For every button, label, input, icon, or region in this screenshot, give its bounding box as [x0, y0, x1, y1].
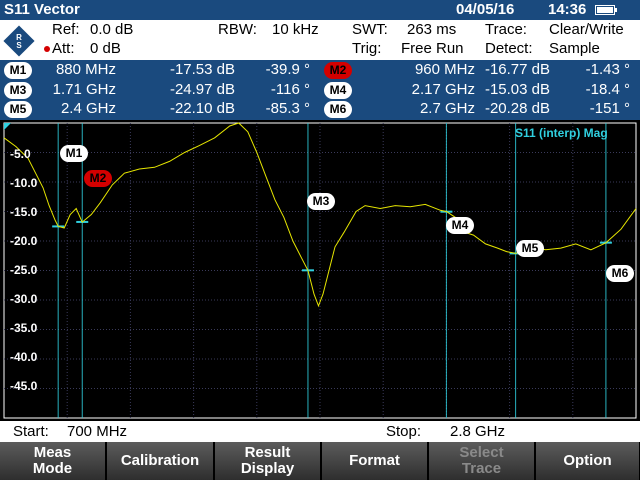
- marker-phase-m2: -1.43 °: [585, 61, 630, 78]
- y-tick-label: -30.0: [10, 292, 38, 306]
- plot-marker-m3[interactable]: M3: [307, 193, 335, 210]
- detect-value[interactable]: Sample: [549, 40, 600, 57]
- ref-label: Ref:: [52, 21, 80, 38]
- marker-mag-m6: -20.28 dB: [484, 100, 550, 117]
- marker-phase-m1: -39.9 °: [265, 61, 310, 78]
- marker-badge-m2[interactable]: M2: [324, 62, 352, 79]
- svg-text:S: S: [16, 41, 22, 50]
- swt-label: SWT:: [352, 21, 388, 38]
- y-tick-label: -40.0: [10, 350, 38, 364]
- plot-marker-m2[interactable]: M2: [84, 170, 112, 187]
- reference-level-marker: [4, 123, 11, 130]
- y-tick-label: -25.0: [10, 263, 38, 277]
- stop-label: Stop:: [386, 423, 422, 440]
- y-tick-label: -45.0: [10, 379, 38, 393]
- y-tick-label: -5.0: [10, 147, 31, 161]
- att-value[interactable]: 0 dB: [90, 40, 121, 57]
- trig-label: Trig:: [352, 40, 382, 57]
- trace-label: S11 (interp) Mag: [515, 126, 608, 140]
- marker-freq-m3: 1.71 GHz: [52, 81, 116, 98]
- title-bar: S11 Vector 04/05/16 14:36: [0, 0, 640, 20]
- result-display-button[interactable]: Result Display: [215, 442, 321, 480]
- option-button[interactable]: Option: [536, 442, 640, 480]
- marker-phase-m6: -151 °: [589, 100, 630, 117]
- instrument-screen: S11 Vector 04/05/16 14:36 R S Ref: 0.0 d…: [0, 0, 640, 480]
- trig-value[interactable]: Free Run: [401, 40, 464, 57]
- marker-freq-m4: 2.17 GHz: [411, 81, 475, 98]
- marker-mag-m5: -22.10 dB: [169, 100, 235, 117]
- measurement-title: S11 Vector: [4, 1, 80, 18]
- marker-mag-m2: -16.77 dB: [484, 61, 550, 78]
- trace-value[interactable]: Clear/Write: [549, 21, 624, 38]
- y-tick-label: -15.0: [10, 205, 38, 219]
- att-label: Att:: [52, 40, 75, 57]
- marker-phase-m5: -85.3 °: [265, 100, 310, 117]
- y-tick-label: -20.0: [10, 234, 38, 248]
- marker-badge-m4[interactable]: M4: [324, 82, 352, 99]
- plot-marker-m4[interactable]: M4: [446, 217, 474, 234]
- meas-mode-button[interactable]: Meas Mode: [0, 442, 106, 480]
- format-button[interactable]: Format: [322, 442, 428, 480]
- detect-label: Detect:: [485, 40, 533, 57]
- marker-mag-m1: -17.53 dB: [169, 61, 235, 78]
- marker-freq-m1: 880 MHz: [55, 61, 116, 78]
- ref-value[interactable]: 0.0 dB: [90, 21, 133, 38]
- time-display: 14:36: [548, 1, 587, 18]
- rbw-value[interactable]: 10 kHz: [272, 21, 319, 38]
- settings-panel: R S Ref: 0.0 dB Att: 0 dB RBW: 10 kHz SW…: [0, 20, 640, 60]
- marker-badge-m6[interactable]: M6: [324, 101, 352, 118]
- plot-marker-m1[interactable]: M1: [60, 145, 88, 162]
- rohde-schwarz-logo: R S: [3, 25, 35, 57]
- marker-badge-m5[interactable]: M5: [4, 101, 32, 118]
- marker-badge-m1[interactable]: M1: [4, 62, 32, 79]
- marker-freq-m6: 2.7 GHz: [419, 100, 475, 117]
- plot-marker-m5[interactable]: M5: [516, 240, 544, 257]
- marker-mag-m4: -15.03 dB: [484, 81, 550, 98]
- start-label: Start:: [13, 423, 49, 440]
- date-display: 04/05/16: [456, 1, 515, 18]
- trace-label: Trace:: [485, 21, 527, 38]
- calibration-button[interactable]: Calibration: [107, 442, 214, 480]
- trace-plot[interactable]: [0, 120, 640, 420]
- att-indicator-icon: [44, 46, 50, 52]
- y-tick-label: -10.0: [10, 176, 38, 190]
- trace-plot-svg[interactable]: [0, 120, 640, 420]
- select-trace-button[interactable]: Select Trace: [429, 442, 535, 480]
- marker-phase-m3: -116 °: [270, 81, 310, 98]
- marker-freq-m2: 960 MHz: [414, 61, 475, 78]
- marker-badge-m3[interactable]: M3: [4, 82, 32, 99]
- frequency-span-bar: Start: 700 MHz Stop: 2.8 GHz: [0, 421, 640, 442]
- rbw-label: RBW:: [218, 21, 257, 38]
- marker-freq-m5: 2.4 GHz: [60, 100, 116, 117]
- stop-value[interactable]: 2.8 GHz: [450, 423, 505, 440]
- battery-icon: [595, 5, 617, 15]
- plot-marker-m6[interactable]: M6: [606, 265, 634, 282]
- y-tick-label: -35.0: [10, 321, 38, 335]
- marker-phase-m4: -18.4 °: [585, 81, 630, 98]
- start-value[interactable]: 700 MHz: [67, 423, 127, 440]
- marker-table: M1 880 MHz -17.53 dB -39.9 ° M2 960 MHz …: [0, 60, 640, 120]
- marker-mag-m3: -24.97 dB: [169, 81, 235, 98]
- swt-value[interactable]: 263 ms: [407, 21, 456, 38]
